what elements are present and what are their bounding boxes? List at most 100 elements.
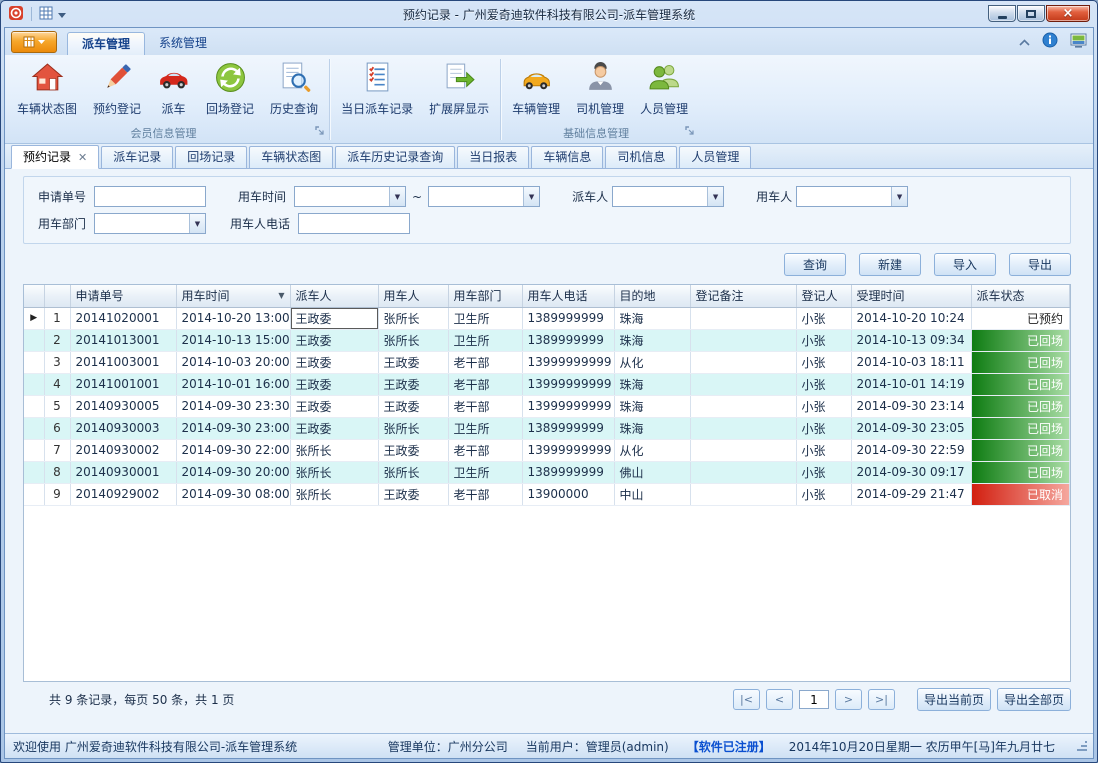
table-row[interactable]: 3201410030012014-10-03 20:00王政委王政委老干部139…	[24, 351, 1070, 373]
cell-user[interactable]: 王政委	[378, 373, 448, 395]
cell-registrar[interactable]: 小张	[796, 373, 851, 395]
cell-dispatcher[interactable]: 王政委	[290, 307, 378, 329]
cell-accept-time[interactable]: 2014-10-13 09:34	[851, 329, 971, 351]
cell-phone[interactable]: 1389999999	[522, 329, 614, 351]
cell-remark[interactable]	[690, 395, 796, 417]
cell-user[interactable]: 张所长	[378, 307, 448, 329]
cell-destination[interactable]: 佛山	[614, 461, 690, 483]
import-button[interactable]: 导入	[934, 253, 996, 276]
cell-dept[interactable]: 老干部	[448, 373, 522, 395]
cell-phone[interactable]: 1389999999	[522, 417, 614, 439]
cell-order-no[interactable]: 20140930002	[70, 439, 176, 461]
cell-dept[interactable]: 卫生所	[448, 461, 522, 483]
cell-remark[interactable]	[690, 351, 796, 373]
cell-status[interactable]: 已取消	[971, 483, 1070, 505]
cell-destination[interactable]: 珠海	[614, 373, 690, 395]
cell-order-no[interactable]: 20140929002	[70, 483, 176, 505]
cell-user[interactable]: 王政委	[378, 439, 448, 461]
cell-registrar[interactable]: 小张	[796, 395, 851, 417]
ribbon-tab-dispatch[interactable]: 派车管理	[67, 32, 145, 55]
cell-dept[interactable]: 老干部	[448, 439, 522, 461]
row-indicator-cell[interactable]	[24, 439, 44, 461]
cell-dept[interactable]: 卫生所	[448, 307, 522, 329]
row-number-cell[interactable]: 6	[44, 417, 70, 439]
daily-dispatch-records-button[interactable]: 当日派车记录	[333, 57, 421, 119]
cell-registrar[interactable]: 小张	[796, 483, 851, 505]
row-indicator-cell[interactable]	[24, 461, 44, 483]
tab-daily-report[interactable]: 当日报表	[457, 146, 529, 168]
cell-remark[interactable]	[690, 307, 796, 329]
row-number-cell[interactable]: 5	[44, 395, 70, 417]
cell-dispatcher[interactable]: 王政委	[290, 351, 378, 373]
history-query-button[interactable]: 历史查询	[262, 57, 326, 119]
cell-destination[interactable]: 珠海	[614, 417, 690, 439]
cell-user[interactable]: 王政委	[378, 483, 448, 505]
table-row[interactable]: 2201410130012014-10-13 15:00王政委张所长卫生所138…	[24, 329, 1070, 351]
tab-personnel-management[interactable]: 人员管理	[679, 146, 751, 168]
cell-dept[interactable]: 老干部	[448, 351, 522, 373]
cell-status[interactable]: 已回场	[971, 461, 1070, 483]
info-icon[interactable]	[1042, 32, 1058, 51]
header-registrar[interactable]: 登记人	[796, 285, 851, 307]
row-number-cell[interactable]: 7	[44, 439, 70, 461]
vehicle-status-map-button[interactable]: 车辆状态图	[9, 57, 85, 119]
query-button[interactable]: 查询	[784, 253, 846, 276]
cell-remark[interactable]	[690, 329, 796, 351]
table-row[interactable]: 9201409290022014-09-30 08:00张所长王政委老干部139…	[24, 483, 1070, 505]
cell-use-time[interactable]: 2014-09-30 23:30	[176, 395, 290, 417]
header-status[interactable]: 派车状态	[971, 285, 1070, 307]
first-page-button[interactable]: |<	[733, 689, 760, 710]
cell-registrar[interactable]: 小张	[796, 417, 851, 439]
cell-phone[interactable]: 13900000	[522, 483, 614, 505]
cell-use-time[interactable]: 2014-10-01 16:00	[176, 373, 290, 395]
app-logo-icon[interactable]	[8, 5, 24, 24]
row-number-cell[interactable]: 3	[44, 351, 70, 373]
cell-phone[interactable]: 13999999999	[522, 439, 614, 461]
export-all-pages-button[interactable]: 导出全部页	[997, 688, 1071, 711]
table-row[interactable]: 8201409300012014-09-30 20:00张所长张所长卫生所138…	[24, 461, 1070, 483]
quick-access-dropdown-icon[interactable]	[58, 7, 66, 21]
chevron-down-icon[interactable]: ▼	[891, 187, 907, 206]
registered-link[interactable]: 【软件已注册】	[687, 738, 771, 755]
cell-remark[interactable]	[690, 373, 796, 395]
dispatch-button[interactable]: 派车	[149, 57, 198, 119]
cell-dispatcher[interactable]: 王政委	[290, 373, 378, 395]
cell-accept-time[interactable]: 2014-09-30 23:14	[851, 395, 971, 417]
cell-use-time[interactable]: 2014-09-30 22:00	[176, 439, 290, 461]
header-dept[interactable]: 用车部门	[448, 285, 522, 307]
cell-order-no[interactable]: 20140930003	[70, 417, 176, 439]
tab-driver-info[interactable]: 司机信息	[605, 146, 677, 168]
cell-remark[interactable]	[690, 439, 796, 461]
cell-user[interactable]: 张所长	[378, 461, 448, 483]
cell-use-time[interactable]: 2014-09-30 08:00	[176, 483, 290, 505]
cell-phone[interactable]: 13999999999	[522, 373, 614, 395]
table-row[interactable]: 6201409300032014-09-30 23:00王政委张所长卫生所138…	[24, 417, 1070, 439]
cell-registrar[interactable]: 小张	[796, 461, 851, 483]
tab-vehicle-info[interactable]: 车辆信息	[531, 146, 603, 168]
resize-grip[interactable]	[1077, 741, 1087, 751]
cell-remark[interactable]	[690, 483, 796, 505]
sort-arrow-icon[interactable]: ▼	[278, 291, 284, 300]
chevron-down-icon[interactable]: ▼	[389, 187, 405, 206]
cell-dispatcher[interactable]: 张所长	[290, 461, 378, 483]
cell-dept[interactable]: 老干部	[448, 483, 522, 505]
page-number-input[interactable]	[799, 690, 829, 709]
cell-status[interactable]: 已预约	[971, 307, 1070, 329]
cell-destination[interactable]: 从化	[614, 351, 690, 373]
cell-order-no[interactable]: 20140930001	[70, 461, 176, 483]
personnel-management-button[interactable]: 人员管理	[632, 57, 696, 119]
header-use-time[interactable]: 用车时间▼	[176, 285, 290, 307]
row-indicator-cell[interactable]	[24, 417, 44, 439]
application-menu-button[interactable]	[11, 31, 57, 53]
cell-destination[interactable]: 珠海	[614, 395, 690, 417]
cell-phone[interactable]: 13999999999	[522, 351, 614, 373]
cell-phone[interactable]: 1389999999	[522, 461, 614, 483]
cell-phone[interactable]: 1389999999	[522, 307, 614, 329]
header-order-no[interactable]: 申请单号	[70, 285, 176, 307]
row-indicator-cell[interactable]	[24, 395, 44, 417]
dept-combo[interactable]: ▼	[94, 213, 206, 234]
use-time-from-combo[interactable]: ▼	[294, 186, 406, 207]
cell-order-no[interactable]: 20141003001	[70, 351, 176, 373]
cell-user[interactable]: 王政委	[378, 395, 448, 417]
row-indicator-cell[interactable]	[24, 351, 44, 373]
